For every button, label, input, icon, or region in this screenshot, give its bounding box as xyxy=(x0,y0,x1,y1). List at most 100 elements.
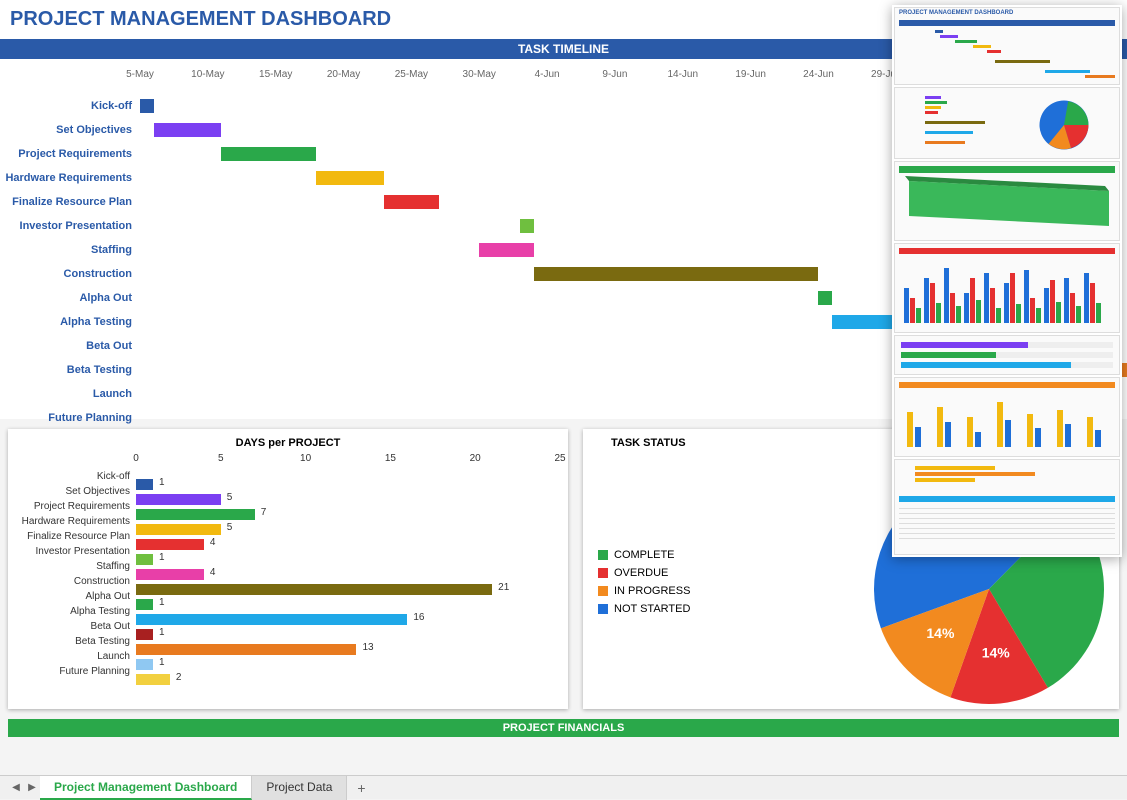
sheet-tab[interactable]: Project Data xyxy=(252,776,347,800)
bar-row: Future Planning2 xyxy=(16,664,560,679)
gantt-task-label: Hardware Requirements xyxy=(0,172,140,184)
bar-value: 7 xyxy=(261,507,267,518)
status-legend: COMPLETEOVERDUEIN PROGRESSNOT STARTED xyxy=(598,549,690,621)
legend-item: OVERDUE xyxy=(598,567,690,579)
bar-axis-tick: 10 xyxy=(300,453,311,464)
bar-label: Finalize Resource Plan xyxy=(16,531,136,542)
sheet-tab-bar: ◀ ▶ Project Management DashboardProject … xyxy=(0,775,1127,799)
gantt-bar xyxy=(140,99,154,113)
bar-value: 1 xyxy=(159,657,165,668)
gantt-task-label: Beta Testing xyxy=(0,364,140,376)
bar-value: 4 xyxy=(210,537,216,548)
bar-value: 1 xyxy=(159,552,165,563)
bar xyxy=(136,674,170,685)
gantt-task-label: Investor Presentation xyxy=(0,220,140,232)
bar-label: Beta Out xyxy=(16,621,136,632)
bar-value: 1 xyxy=(159,627,165,638)
bar-label: Set Objectives xyxy=(16,486,136,497)
bar-label: Launch xyxy=(16,651,136,662)
legend-item: COMPLETE xyxy=(598,549,690,561)
bar-value: 16 xyxy=(413,612,424,623)
bar-row: Alpha Testing16 xyxy=(16,604,560,619)
gantt-tick: 20-May xyxy=(327,69,360,80)
gantt-task-label: Launch xyxy=(0,388,140,400)
thumb-gantt[interactable]: PROJECT MANAGEMENT DASHBOARD xyxy=(894,7,1120,85)
gantt-task-label: Future Planning xyxy=(0,412,140,424)
bar-axis-tick: 25 xyxy=(554,453,565,464)
bar-value: 4 xyxy=(210,567,216,578)
legend-swatch xyxy=(598,550,608,560)
bar xyxy=(136,554,153,565)
thumb-bars-pie[interactable] xyxy=(894,87,1120,159)
gantt-task-label: Alpha Out xyxy=(0,292,140,304)
bar-axis-tick: 0 xyxy=(133,453,139,464)
bar-label: Alpha Testing xyxy=(16,606,136,617)
bar-row: Hardware Requirements5 xyxy=(16,514,560,529)
bar xyxy=(136,644,356,655)
gantt-bar xyxy=(818,291,832,305)
bar-row: Staffing4 xyxy=(16,559,560,574)
gantt-tick: 25-May xyxy=(395,69,428,80)
bar-axis: 0510152025 xyxy=(136,453,560,469)
gantt-tick: 19-Jun xyxy=(735,69,766,80)
bar xyxy=(136,584,492,595)
bar-label: Future Planning xyxy=(16,666,136,677)
bar-label: Investor Presentation xyxy=(16,546,136,557)
gantt-tick: 4-Jun xyxy=(535,69,560,80)
financials-header: PROJECT FINANCIALS xyxy=(8,719,1119,737)
bar-value: 1 xyxy=(159,477,165,488)
legend-label: IN PROGRESS xyxy=(614,585,690,597)
legend-swatch xyxy=(598,604,608,614)
bar-value: 5 xyxy=(227,522,233,533)
preview-thumbnail-strip: PROJECT MANAGEMENT DASHBOARD xyxy=(892,5,1122,557)
bar-label: Kick-off xyxy=(16,471,136,482)
gantt-bar xyxy=(520,219,534,233)
bar-value: 1 xyxy=(159,597,165,608)
bar-row: Investor Presentation1 xyxy=(16,544,560,559)
thumb-table[interactable] xyxy=(894,459,1120,555)
gantt-task-label: Beta Out xyxy=(0,340,140,352)
legend-label: COMPLETE xyxy=(614,549,675,561)
legend-swatch xyxy=(598,586,608,596)
bar-value: 21 xyxy=(498,582,509,593)
bar-label: Hardware Requirements xyxy=(16,516,136,527)
gantt-task-label: Finalize Resource Plan xyxy=(0,196,140,208)
gantt-bar xyxy=(479,243,533,257)
bar-label: Beta Testing xyxy=(16,636,136,647)
bar xyxy=(136,479,153,490)
bar xyxy=(136,539,204,550)
pie-pct-label: 14% xyxy=(982,645,1011,661)
bar-row: Construction21 xyxy=(16,574,560,589)
bar-value: 5 xyxy=(227,492,233,503)
thumb-funnel[interactable] xyxy=(894,161,1120,241)
bar xyxy=(136,569,204,580)
gantt-tick: 24-Jun xyxy=(803,69,834,80)
bar-axis-tick: 5 xyxy=(218,453,224,464)
gantt-tick: 9-Jun xyxy=(602,69,627,80)
bar-row: Finalize Resource Plan4 xyxy=(16,529,560,544)
tab-add[interactable]: + xyxy=(347,776,375,800)
bar-label: Construction xyxy=(16,576,136,587)
bar xyxy=(136,494,221,505)
bar-row: Set Objectives5 xyxy=(16,484,560,499)
thumb-columns[interactable] xyxy=(894,243,1120,333)
bar xyxy=(136,599,153,610)
bar xyxy=(136,614,407,625)
bar xyxy=(136,509,255,520)
gantt-task-label: Set Objectives xyxy=(0,124,140,136)
pie-pct-label: 14% xyxy=(926,625,955,641)
days-per-project-panel: DAYS per PROJECT 0510152025 Kick-off1Set… xyxy=(8,429,568,709)
bar-axis-tick: 20 xyxy=(470,453,481,464)
thumb-progress[interactable] xyxy=(894,335,1120,375)
gantt-task-label: Staffing xyxy=(0,244,140,256)
bar-label: Project Requirements xyxy=(16,501,136,512)
tab-nav-next[interactable]: ▶ xyxy=(24,779,40,797)
thumb-gold-columns[interactable] xyxy=(894,377,1120,457)
bar-axis-tick: 15 xyxy=(385,453,396,464)
tab-nav-prev[interactable]: ◀ xyxy=(8,779,24,797)
bar-row: Kick-off1 xyxy=(16,469,560,484)
gantt-task-label: Alpha Testing xyxy=(0,316,140,328)
gantt-bar xyxy=(316,171,384,185)
bar xyxy=(136,629,153,640)
sheet-tab[interactable]: Project Management Dashboard xyxy=(40,776,252,800)
